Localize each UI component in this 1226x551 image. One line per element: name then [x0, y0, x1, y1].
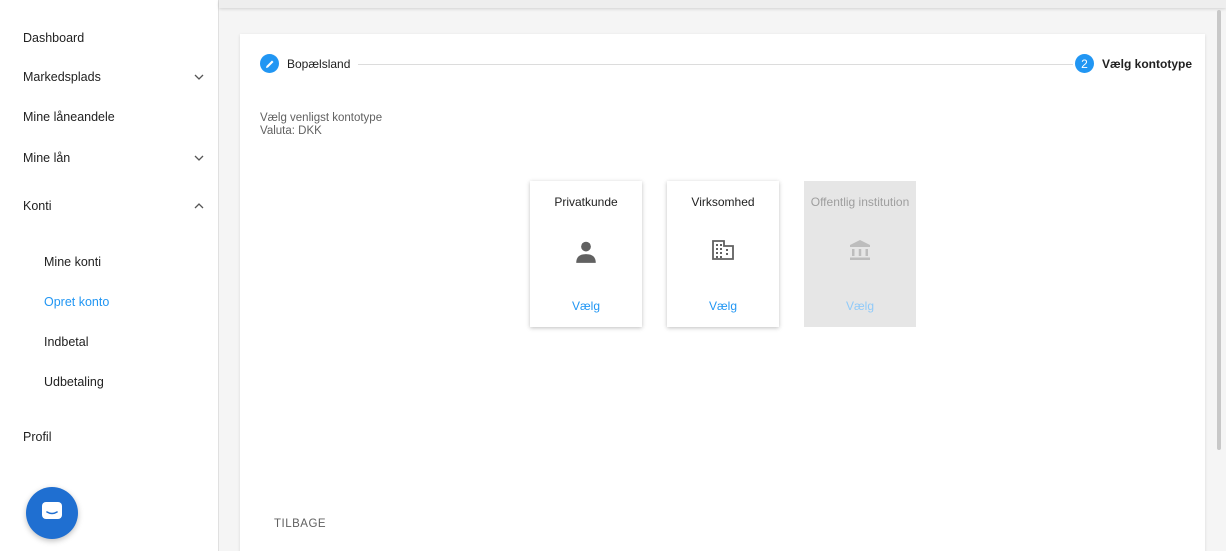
sidebar-item-profil[interactable]: Profil [23, 427, 206, 447]
scrollbar[interactable] [1217, 10, 1221, 450]
chevron-down-icon [192, 151, 206, 165]
account-type-title: Privatkunde [554, 195, 618, 209]
step-bopaelsland[interactable]: Bopælsland [260, 54, 350, 73]
step-label: Vælg kontotype [1102, 56, 1193, 71]
intro-line: Vælg venligst kontotype [260, 112, 383, 124]
chevron-down-icon [192, 70, 206, 84]
sidebar-subitem-udbetaling[interactable]: Udbetaling [44, 372, 104, 392]
institution-icon [804, 239, 916, 261]
sidebar-subitem-mine-konti[interactable]: Mine konti [44, 252, 101, 272]
person-icon [530, 239, 642, 265]
sidebar-item-mine-lan[interactable]: Mine lån [23, 148, 206, 168]
step-vaelg-kontotype: 2 Vælg kontotype [1075, 54, 1192, 73]
sidebar-item-label: Mine låneandele [23, 110, 115, 124]
select-button[interactable]: Vælg [667, 299, 779, 313]
back-button[interactable]: TILBAGE [274, 518, 326, 530]
pencil-icon [260, 54, 279, 73]
sidebar-item-mine-laneandele[interactable]: Mine låneandele [23, 107, 206, 127]
chat-launcher-button[interactable] [26, 487, 78, 539]
chat-icon [40, 500, 64, 527]
account-type-virksomhed[interactable]: Virksomhed Vælg [667, 181, 779, 327]
top-app-bar [219, 0, 1226, 8]
sidebar-item-label: Markedsplads [23, 70, 101, 84]
select-button[interactable]: Vælg [530, 299, 642, 313]
stepper-connector [358, 64, 1073, 65]
account-type-title: Virksomhed [691, 195, 755, 209]
step-number: 2 [1075, 54, 1094, 73]
intro-text: Vælg venligst kontotype Valuta: DKK [260, 112, 382, 138]
step-label: Bopælsland [287, 56, 351, 71]
currency-line: Valuta: DKK [260, 125, 322, 137]
sidebar-subitem-indbetal[interactable]: Indbetal [44, 332, 88, 352]
sidebar-item-label: Mine lån [23, 151, 71, 165]
account-type-title: Offentlig institution [810, 195, 910, 209]
select-button: Vælg [845, 299, 874, 313]
business-icon [667, 239, 779, 261]
sidebar-item-label: Dashboard [23, 31, 85, 45]
account-type-offentlig-institution: Offentlig institution Vælg [804, 181, 916, 327]
sidebar-subitem-opret-konto[interactable]: Opret konto [44, 292, 109, 312]
sidebar: Dashboard Markedsplads Mine låneandele M… [0, 0, 219, 551]
chevron-up-icon [192, 199, 206, 213]
sidebar-item-dashboard[interactable]: Dashboard [23, 28, 206, 48]
sidebar-item-markedsplads[interactable]: Markedsplads [23, 67, 206, 87]
account-type-privatkunde[interactable]: Privatkunde Vælg [530, 181, 642, 327]
sidebar-item-konti[interactable]: Konti [23, 196, 206, 216]
sidebar-item-label: Profil [23, 430, 52, 444]
sidebar-item-label: Konti [23, 199, 52, 213]
create-account-card: Bopælsland 2 Vælg kontotype Vælg venligs… [240, 34, 1205, 551]
